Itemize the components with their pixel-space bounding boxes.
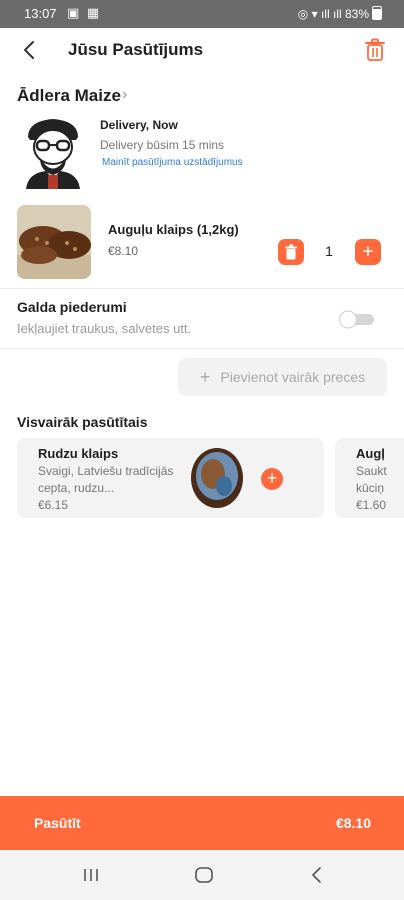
home-icon bbox=[195, 867, 213, 883]
product-price: €1.60 bbox=[356, 498, 387, 512]
divider bbox=[0, 288, 404, 289]
product-name: Augļ bbox=[356, 446, 385, 461]
status-right: ◎ ▾ ıll ıll 83% bbox=[298, 6, 382, 21]
product-price: €6.15 bbox=[38, 498, 69, 512]
status-bar: 13:07 ▣ ▦ ◎ ▾ ıll ıll 83% bbox=[0, 0, 404, 28]
home-button[interactable] bbox=[189, 862, 219, 888]
delivery-eta: Delivery būsim 15 mins bbox=[100, 138, 225, 152]
status-time: 13:07 bbox=[24, 6, 57, 21]
cutlery-description: Iekļaujiet traukus, salvetes utt. bbox=[17, 321, 192, 336]
add-more-items-button[interactable]: + Pievienot vairāk preces bbox=[178, 358, 387, 396]
popular-product-card[interactable]: Augļ Saukt kūciņ €1.60 bbox=[335, 438, 404, 518]
change-order-settings-link[interactable]: Mainīt pasūtījuma uzstādījumus bbox=[102, 157, 243, 168]
back-button[interactable] bbox=[16, 36, 44, 64]
battery-percent: 83% bbox=[344, 7, 369, 21]
recents-icon bbox=[84, 869, 98, 881]
item-quantity: 1 bbox=[325, 243, 333, 259]
product-name: Rudzu klaips bbox=[38, 446, 119, 461]
cart-item-price: €8.10 bbox=[108, 244, 139, 258]
notification-icons: ▣ ▦ bbox=[67, 5, 102, 20]
system-back-button[interactable] bbox=[302, 862, 332, 888]
order-label: Pasūtīt bbox=[34, 815, 81, 831]
store-name[interactable]: Ādlera Maize bbox=[17, 86, 121, 106]
chevron-right-icon[interactable]: › bbox=[122, 86, 127, 104]
remove-item-button[interactable] bbox=[278, 239, 304, 265]
divider bbox=[0, 348, 404, 349]
back-icon bbox=[312, 867, 321, 883]
back-arrow-icon bbox=[24, 41, 34, 59]
system-nav-bar bbox=[0, 850, 404, 900]
clear-cart-button[interactable] bbox=[364, 38, 386, 62]
plus-icon: + bbox=[266, 468, 278, 488]
recents-button[interactable] bbox=[76, 862, 106, 888]
battery-icon bbox=[372, 6, 382, 20]
trash-icon bbox=[365, 38, 385, 61]
place-order-button[interactable]: Pasūtīt €8.10 bbox=[0, 796, 404, 850]
cutlery-toggle[interactable] bbox=[338, 309, 376, 329]
delivery-mode: Delivery, Now bbox=[100, 118, 178, 132]
product-image bbox=[189, 446, 245, 510]
add-more-label: Pievienot vairāk preces bbox=[220, 369, 366, 385]
plus-icon: + bbox=[199, 366, 211, 387]
product-description: Saukt kūciņ bbox=[356, 464, 387, 495]
cart-item-image bbox=[17, 205, 91, 279]
add-to-cart-button[interactable]: + bbox=[261, 468, 283, 490]
section-title-popular: Visvairāk pasūtītais bbox=[17, 414, 148, 430]
order-total: €8.10 bbox=[335, 815, 371, 831]
store-logo bbox=[18, 113, 88, 189]
increase-quantity-button[interactable]: + bbox=[355, 239, 381, 265]
product-description: Svaigi, Latviešu tradīcijās cepta, rudzu… bbox=[38, 464, 174, 495]
cutlery-title: Galda piederumi bbox=[17, 299, 127, 315]
trash-icon bbox=[285, 244, 297, 260]
plus-icon: + bbox=[362, 241, 374, 263]
popular-product-card[interactable]: Rudzu klaips Svaigi, Latviešu tradīcijās… bbox=[17, 438, 324, 518]
signal-icons: ◎ ▾ ıll ıll bbox=[297, 7, 342, 21]
page-title: Jūsu Pasūtījums bbox=[68, 40, 204, 59]
cart-item-name: Auguļu klaips (1,2kg) bbox=[108, 222, 239, 237]
